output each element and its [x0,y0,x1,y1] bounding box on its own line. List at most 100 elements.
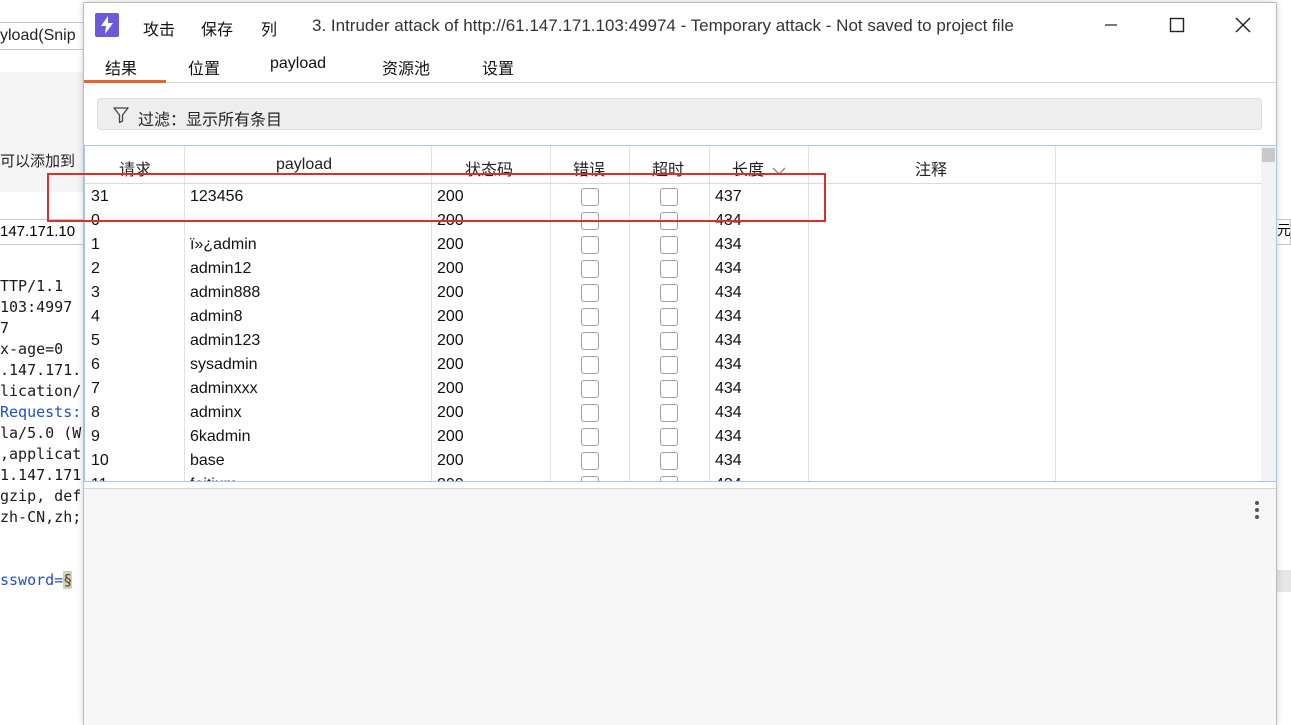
table-row[interactable]: 2 admin12 200 434 [85,258,1261,282]
cell-length: 434 [715,452,742,469]
filter-funnel-icon [112,106,130,129]
cell-status: 200 [437,380,464,397]
error-checkbox [581,236,599,254]
timeout-checkbox [660,236,678,254]
cell-status: 200 [437,476,464,481]
scrollbar-thumb[interactable] [1262,148,1275,162]
error-checkbox [581,476,599,481]
tab-results[interactable]: 结果 [105,55,137,79]
background-code-line: ,applicat [0,445,82,463]
cell-length: 434 [715,380,742,397]
error-checkbox [581,404,599,422]
cell-status: 200 [437,236,464,253]
timeout-checkbox [660,428,678,446]
table-row[interactable]: 9 6kadmin 200 434 [85,426,1261,450]
timeout-checkbox [660,452,678,470]
timeout-checkbox [660,284,678,302]
tab-positions[interactable]: 位置 [188,55,220,79]
tab-payloads[interactable]: payload [270,55,326,73]
tab-settings[interactable]: 设置 [482,55,514,79]
error-checkbox [581,452,599,470]
screen: yload(Snip 可以添加到 147.171.10 TTP/1.1 103:4… [0,0,1291,725]
background-code-line: .147.171. [0,361,82,379]
background-password-line: ssword=§ [0,569,84,591]
cell-payload: admin8 [190,308,243,325]
minimize-icon[interactable] [1089,9,1133,41]
background-request-editor[interactable]: TTP/1.1 103:4997 7 x-age=0 .147.171. lication… [0,276,84,528]
background-right-band [1276,570,1291,592]
background-code-line: gzip, def [0,487,82,505]
cell-payload: adminx [190,404,242,421]
cell-request: 1 [91,236,100,253]
payload-marker: § [63,571,73,589]
cell-request: 9 [91,428,100,445]
background-code-line: TTP/1.1 [0,277,64,295]
burp-lightning-icon [95,13,119,37]
timeout-checkbox [660,356,678,374]
column-header-payload[interactable]: payload [276,156,332,174]
cell-length: 434 [715,404,742,421]
timeout-checkbox [660,404,678,422]
cell-payload: sysadmin [190,356,258,373]
background-code-line: 103:4997 [0,298,73,316]
cell-request: 7 [91,380,100,397]
cell-payload: 6kadmin [190,428,251,445]
close-icon[interactable] [1221,9,1265,41]
error-checkbox [581,332,599,350]
cell-payload: base [190,452,225,469]
timeout-checkbox [660,476,678,481]
cell-status: 200 [437,260,464,277]
background-tab[interactable]: yload(Snip [0,22,84,50]
table-row[interactable]: 4 admin8 200 434 [85,306,1261,330]
cell-payload: feitium [190,476,237,481]
active-tab-indicator [84,80,166,83]
highlight-annotation-box [47,173,826,222]
tab-resource-pool[interactable]: 资源池 [382,55,430,79]
cell-request: 4 [91,308,100,325]
error-checkbox [581,428,599,446]
cell-request: 8 [91,404,100,421]
table-row[interactable]: 7 adminxxx 200 434 [85,378,1261,402]
timeout-checkbox [660,332,678,350]
table-row[interactable]: 5 admin123 200 434 [85,330,1261,354]
filter-label: 过滤：显示所有条目 [138,112,283,129]
cell-request: 10 [91,452,109,469]
cell-status: 200 [437,356,464,373]
column-header-comment[interactable]: 注释 [915,156,947,180]
table-row[interactable]: 1 ï»¿admin 200 434 [85,234,1261,258]
cell-status: 200 [437,308,464,325]
menu-save[interactable]: 保存 [201,16,233,40]
cell-payload: admin123 [190,332,261,349]
background-code-line: Requests: [0,403,82,421]
cell-request: 2 [91,260,100,277]
table-row[interactable]: 8 adminx 200 434 [85,402,1261,426]
maximize-icon[interactable] [1155,9,1199,41]
timeout-checkbox [660,380,678,398]
background-tab-label: yload(Snip [0,27,76,44]
background-right-input[interactable]: 元 [1276,219,1291,245]
menu-attack[interactable]: 攻击 [143,16,175,40]
filter-bar[interactable]: 过滤：显示所有条目 [97,98,1262,130]
background-code-line: x-age=0 [0,340,64,358]
timeout-checkbox [660,308,678,326]
cell-status: 200 [437,332,464,349]
cell-status: 200 [437,452,464,469]
table-row[interactable]: 11 feitium 200 434 [85,474,1261,481]
table-row[interactable]: 6 sysadmin 200 434 [85,354,1261,378]
table-row[interactable]: 3 admin888 200 434 [85,282,1261,306]
cell-length: 434 [715,476,742,481]
tab-bar: 结果 位置 payload 资源池 设置 [84,51,1276,83]
title-bar[interactable]: 攻击 保存 列 3. Intruder attack of http://61.… [84,3,1276,47]
menu-columns[interactable]: 列 [261,16,277,40]
cell-request: 6 [91,356,100,373]
background-right-text: 元 [1277,222,1291,238]
background-hint-text: 可以添加到 [0,153,76,170]
cell-length: 434 [715,284,742,301]
error-checkbox [581,356,599,374]
cell-payload: admin12 [190,260,252,277]
vertical-scrollbar[interactable] [1261,146,1276,481]
background-url-input[interactable]: 147.171.10 [0,219,84,245]
kebab-menu-icon[interactable] [1254,501,1260,521]
background-code-line: 1.147.171 [0,466,82,484]
table-row[interactable]: 10 base 200 434 [85,450,1261,474]
